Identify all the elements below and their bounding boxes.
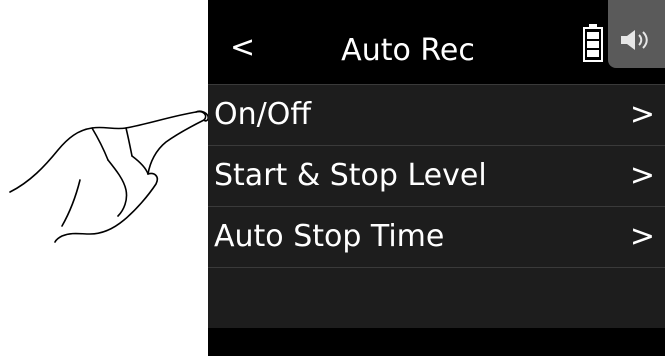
battery-icon bbox=[583, 24, 603, 62]
pointing-hand-illustration bbox=[9, 110, 209, 243]
menu-item-label: Start & Stop Level bbox=[214, 158, 487, 193]
chevron-right-icon: > bbox=[629, 97, 655, 132]
header-bar: < Auto Rec bbox=[208, 0, 665, 84]
menu-item-start-stop-level[interactable]: Start & Stop Level > bbox=[208, 145, 665, 206]
menu-item-auto-stop-time[interactable]: Auto Stop Time > bbox=[208, 206, 665, 267]
menu-item-label: Auto Stop Time bbox=[214, 219, 445, 254]
speaker-toggle[interactable] bbox=[608, 0, 665, 68]
device-screen: < Auto Rec On/Off > Start & Stop Level > bbox=[208, 0, 665, 356]
page-title: Auto Rec bbox=[341, 33, 475, 68]
menu-item-label: On/Off bbox=[214, 97, 312, 132]
chevron-right-icon: > bbox=[629, 219, 655, 254]
chevron-right-icon: > bbox=[629, 158, 655, 193]
speaker-icon bbox=[621, 30, 648, 50]
menu-item-on-off[interactable]: On/Off > bbox=[208, 84, 665, 145]
empty-list-row bbox=[208, 267, 665, 329]
menu-list: On/Off > Start & Stop Level > Auto Stop … bbox=[208, 84, 665, 328]
